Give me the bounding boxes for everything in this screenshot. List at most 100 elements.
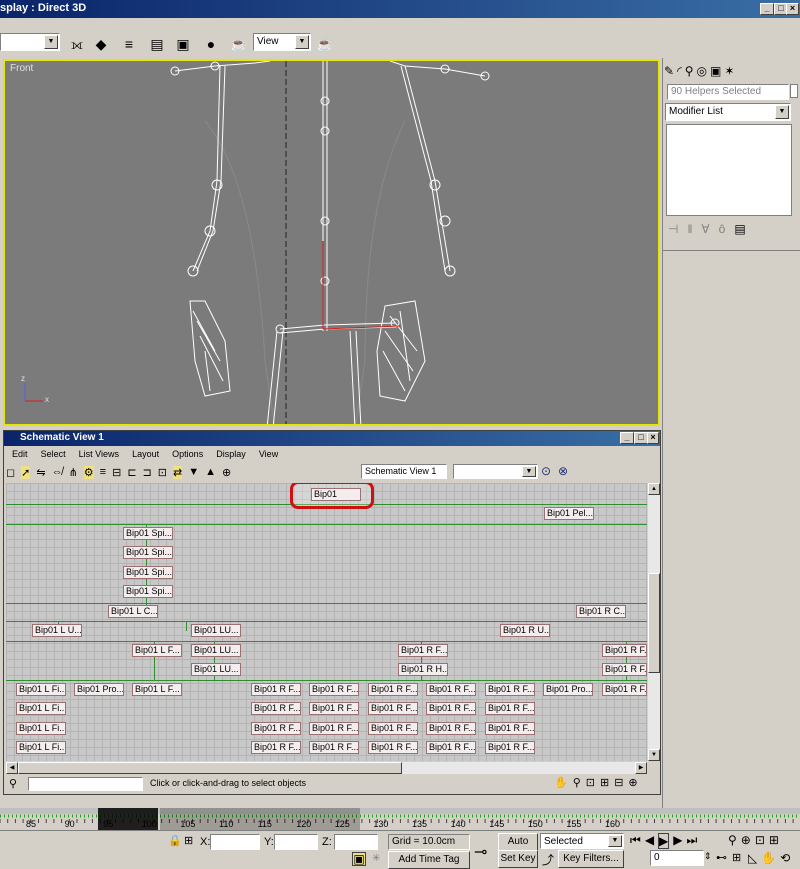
zoom-extents-icon[interactable]: ⊡ xyxy=(755,833,765,847)
connect-icon[interactable]: ⇋ xyxy=(36,466,45,479)
scroll-down-icon[interactable]: ▼ xyxy=(648,749,660,761)
render-scene-icon[interactable]: ☕ xyxy=(228,33,250,55)
horizontal-scroll-thumb[interactable] xyxy=(18,762,402,774)
bookmark-icon[interactable]: ⊕ xyxy=(222,466,231,479)
zoom-extents-icon[interactable]: ⊞ xyxy=(600,776,609,789)
timeline[interactable]: 85 90 95 100 105 110 115 120 125 130 135 140 145 150 1… xyxy=(0,808,800,830)
zoom-selected-icon[interactable]: ⊙ xyxy=(541,464,551,478)
zoom-extents-all-icon[interactable]: ⊞ xyxy=(769,833,779,847)
node-bip01-r-f[interactable]: Bip01 R F... xyxy=(485,741,535,754)
node-bip01-l-finger[interactable]: Bip01 L Fi... xyxy=(16,683,66,696)
modifier-list-combo[interactable]: Modifier List ▼ xyxy=(665,103,791,121)
node-bip01-r-f[interactable]: Bip01 R F... xyxy=(251,683,301,696)
menu-display[interactable]: Display xyxy=(216,449,246,459)
filter-icon[interactable]: ▼ xyxy=(188,466,199,478)
node-bip01-l-lu3[interactable]: Bip01 LU... xyxy=(191,663,241,676)
references-mode-icon[interactable]: ⚙ xyxy=(83,465,94,479)
node-bip01-r-f[interactable]: Bip01 R F... xyxy=(426,741,476,754)
menu-view[interactable]: View xyxy=(259,449,278,459)
vertical-scrollbar[interactable]: ▲ ▼ xyxy=(648,483,660,761)
node-bip01-r-f-far2[interactable]: Bip01 R F... xyxy=(602,663,647,676)
schematic-graph[interactable]: Bip01 Bip01 Pel... Bip01 Spi... Bip01 Sp… xyxy=(6,483,647,761)
node-bip01-l-forearm[interactable]: Bip01 L F... xyxy=(132,644,182,657)
node-bip01-spine3[interactable]: Bip01 Spi... xyxy=(123,585,173,598)
node-bip01-r-f[interactable]: Bip01 R F... xyxy=(251,722,301,735)
hierarchy-mode-icon[interactable]: ⋔ xyxy=(69,466,78,479)
key-icon[interactable]: ⊸ xyxy=(474,842,487,862)
lock-selection-icon[interactable]: 🔒 xyxy=(168,834,182,847)
align-right-icon[interactable]: ⊐ xyxy=(143,466,152,479)
script-mini-icon[interactable]: ✳ xyxy=(372,853,380,864)
modifier-stack[interactable] xyxy=(666,124,792,216)
create-tab-icon[interactable]: ✎ xyxy=(664,64,674,78)
node-bip01-r-upperarm[interactable]: Bip01 R U... xyxy=(500,624,550,637)
next-frame-icon[interactable]: ▶ xyxy=(673,833,682,849)
delete-bookmark-icon[interactable]: ⊗ xyxy=(558,464,568,478)
go-to-start-icon[interactable]: ⏮ xyxy=(630,833,641,849)
schematic-close-button[interactable]: × xyxy=(647,432,659,444)
menu-edit[interactable]: Edit xyxy=(12,449,28,459)
y-coordinate-field[interactable] xyxy=(274,834,318,850)
horizontal-scrollbar[interactable]: ◀ ▶ xyxy=(6,762,647,774)
node-bip01-spine2[interactable]: Bip01 Spi... xyxy=(123,566,173,579)
zoom-icon[interactable]: ⚲ xyxy=(728,833,737,847)
hierarchy-tab-icon[interactable]: ⚲ xyxy=(685,64,694,78)
menu-select[interactable]: Select xyxy=(41,449,66,459)
pan-icon[interactable]: ✋ xyxy=(761,851,776,865)
minimize-button[interactable]: _ xyxy=(760,3,774,15)
x-coordinate-field[interactable] xyxy=(210,834,260,850)
schematic-maximize-button[interactable]: □ xyxy=(634,432,648,444)
pin-stack-icon[interactable]: ⊣ xyxy=(668,222,678,240)
node-bip01-r-f[interactable]: Bip01 R F... xyxy=(368,741,418,754)
display-floater-icon[interactable]: ◻ xyxy=(6,466,15,479)
current-frame-field[interactable]: 0 xyxy=(650,850,704,866)
node-bip01-l-f[interactable]: Bip01 L F... xyxy=(132,683,182,696)
absolute-mode-icon[interactable]: ⊞ xyxy=(184,834,193,847)
menu-options[interactable]: Options xyxy=(172,449,203,459)
node-bip01-pelvis[interactable]: Bip01 Pel... xyxy=(544,507,594,520)
zoom-extents-selected-icon[interactable]: ⊟ xyxy=(614,776,623,789)
configure-sets-icon[interactable]: ▤ xyxy=(734,222,745,240)
display-tab-icon[interactable]: ▣ xyxy=(710,64,721,78)
vertical-scroll-thumb[interactable] xyxy=(648,573,660,673)
unlink-icon[interactable]: ⇎ xyxy=(52,466,63,478)
bookmark-combo[interactable]: ▼ xyxy=(453,464,538,479)
node-bip01-r-f[interactable]: Bip01 R F... xyxy=(602,683,647,696)
sync-selection-icon[interactable]: ⇄ xyxy=(172,465,183,479)
zoom-region-icon[interactable]: ⊡ xyxy=(586,776,595,789)
node-bip01-l-lu[interactable]: Bip01 LU... xyxy=(191,624,241,637)
remove-modifier-icon[interactable]: ô xyxy=(719,222,726,240)
schematic-minimize-button[interactable]: _ xyxy=(620,432,634,444)
node-bip01-r-hand[interactable]: Bip01 R H... xyxy=(398,663,448,676)
node-bip01-r-f[interactable]: Bip01 R F... xyxy=(368,702,418,715)
node-bip01-r-f[interactable]: Bip01 R F... xyxy=(426,683,476,696)
curve-editor-icon[interactable]: ▤ xyxy=(146,33,168,55)
node-bip01-l-finger[interactable]: Bip01 L Fi... xyxy=(16,722,66,735)
front-viewport[interactable]: Front z x xyxy=(3,59,660,426)
node-bip01-r-f[interactable]: Bip01 R F... xyxy=(309,683,359,696)
node-bip01-l-lu2[interactable]: Bip01 LU... xyxy=(191,644,241,657)
align-left-icon[interactable]: ⊏ xyxy=(127,466,136,479)
node-bip01-r-f[interactable]: Bip01 R F... xyxy=(485,702,535,715)
node-bip01-r-f[interactable]: Bip01 R F... xyxy=(251,741,301,754)
color-swatch[interactable] xyxy=(790,84,798,98)
view-name-field[interactable]: Schematic View 1 xyxy=(361,464,447,479)
node-bip01-prop[interactable]: Bip01 Pro... xyxy=(543,683,593,696)
time-config-icon[interactable]: ⊞ xyxy=(732,851,741,864)
node-bip01-prop[interactable]: Bip01 Pro... xyxy=(74,683,124,696)
arrange-children-icon[interactable]: ⊟ xyxy=(112,466,121,479)
menu-list-views[interactable]: List Views xyxy=(79,449,119,459)
frame-spinner-icon[interactable]: ⇕ xyxy=(704,851,712,862)
node-bip01-l-finger[interactable]: Bip01 L Fi... xyxy=(16,702,66,715)
show-end-result-icon[interactable]: ‖ xyxy=(687,222,692,240)
render-type-combo[interactable]: View ▼ xyxy=(253,33,311,51)
z-coordinate-field[interactable] xyxy=(334,834,378,850)
node-bip01-r-f[interactable]: Bip01 R F... xyxy=(485,683,535,696)
node-bip01-r-f[interactable]: Bip01 R F... xyxy=(251,702,301,715)
preferences-icon[interactable]: ▲ xyxy=(205,466,216,478)
node-bip01-l-finger[interactable]: Bip01 L Fi... xyxy=(16,741,66,754)
field-of-view-icon[interactable]: ◺ xyxy=(748,851,757,865)
go-to-end-icon[interactable]: ⏭ xyxy=(687,833,698,849)
collapse-icon[interactable]: ≡ xyxy=(100,466,106,478)
play-icon[interactable]: ▶ xyxy=(658,833,670,849)
